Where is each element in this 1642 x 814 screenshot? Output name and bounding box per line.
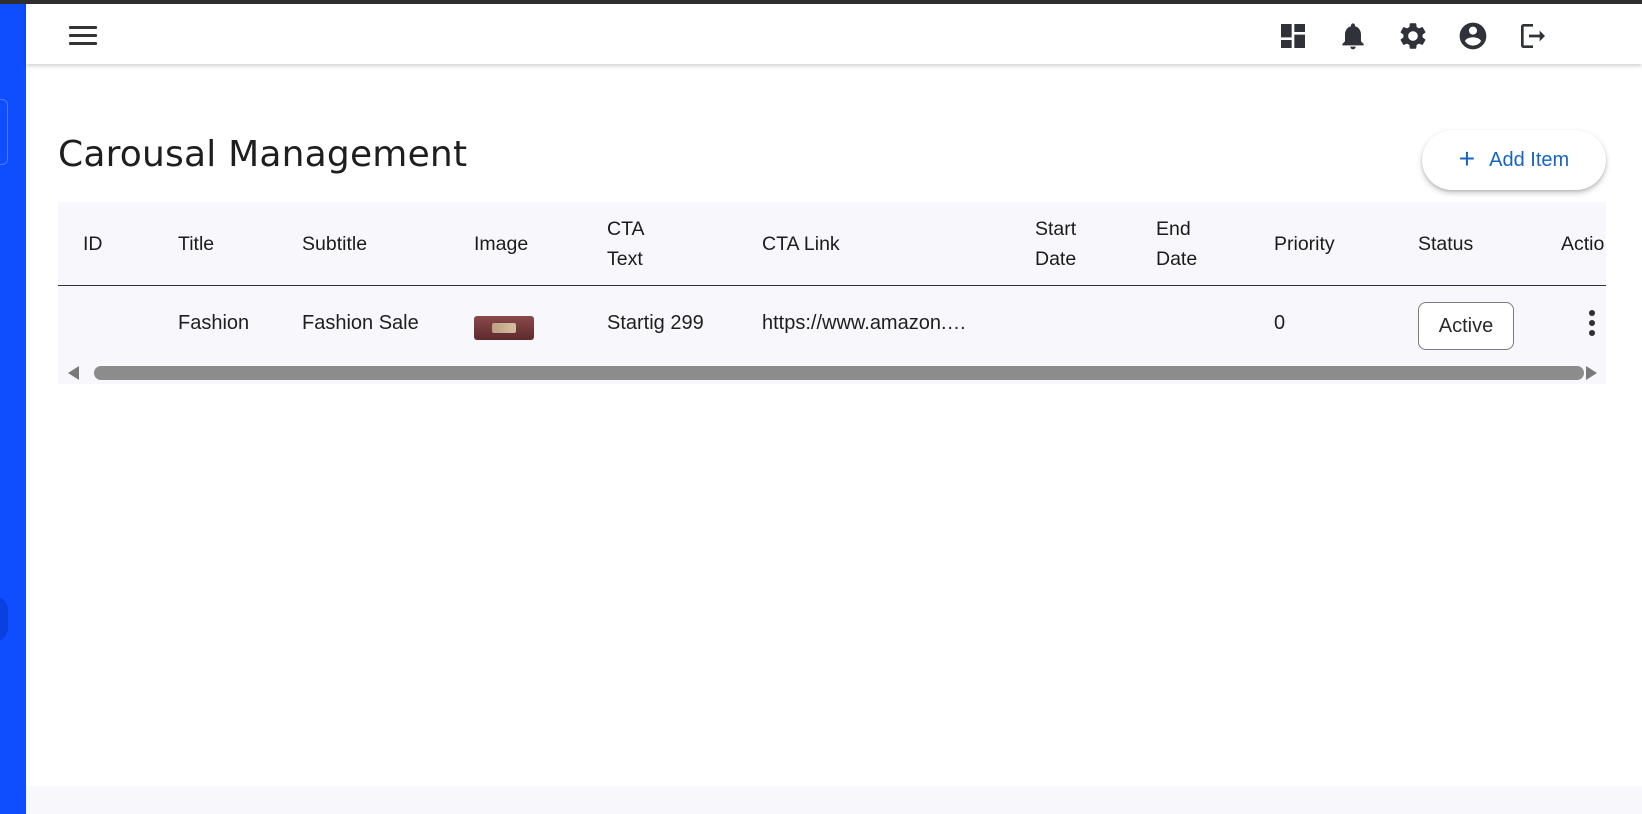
column-header-image[interactable]: Image bbox=[474, 202, 528, 286]
column-header-subtitle[interactable]: Subtitle bbox=[302, 202, 367, 286]
column-header-cta-text[interactable]: CTA Text bbox=[607, 202, 645, 286]
gear-icon[interactable] bbox=[1395, 18, 1431, 54]
column-header-actions[interactable]: Actio bbox=[1561, 202, 1604, 286]
scrollbar-thumb[interactable] bbox=[94, 366, 1584, 380]
cell-cta-link: https://www.amazon.… bbox=[762, 311, 967, 334]
horizontal-scrollbar[interactable] bbox=[58, 360, 1606, 384]
dashboard-icon[interactable] bbox=[1275, 18, 1311, 54]
cell-actions bbox=[1580, 286, 1604, 360]
more-vert-icon[interactable] bbox=[1580, 305, 1604, 341]
menu-icon[interactable] bbox=[66, 18, 100, 52]
column-header-title[interactable]: Title bbox=[178, 202, 214, 286]
carousel-image-thumbnail[interactable] bbox=[474, 316, 534, 340]
column-header-id[interactable]: ID bbox=[83, 202, 103, 286]
plus-icon: + bbox=[1458, 142, 1476, 174]
account-circle-icon[interactable] bbox=[1455, 18, 1491, 54]
scroll-left-arrow-icon[interactable] bbox=[68, 366, 79, 380]
footer-strip bbox=[26, 786, 1642, 814]
sidebar-tab[interactable] bbox=[0, 99, 8, 165]
cell-title: Fashion bbox=[178, 311, 250, 334]
bell-icon[interactable] bbox=[1335, 18, 1371, 54]
app-bar bbox=[26, 4, 1642, 64]
cell-priority: 0 bbox=[1274, 311, 1286, 334]
add-item-button[interactable]: + Add Item bbox=[1422, 130, 1606, 190]
sidebar bbox=[0, 4, 26, 814]
table-header: ID Title Subtitle Image CTA Text CTA Lin… bbox=[58, 202, 1606, 286]
cell-cta-text: Startig 299 bbox=[607, 311, 704, 334]
sidebar-toggle-handle[interactable] bbox=[0, 596, 8, 642]
column-header-priority[interactable]: Priority bbox=[1274, 202, 1335, 286]
page-title: Carousal Management bbox=[58, 134, 468, 175]
carousel-table: ID Title Subtitle Image CTA Text CTA Lin… bbox=[58, 202, 1606, 384]
column-header-cta-link[interactable]: CTA Link bbox=[762, 202, 840, 286]
cell-status: Active bbox=[1418, 286, 1514, 360]
scroll-right-arrow-icon[interactable] bbox=[1586, 366, 1597, 380]
column-header-status[interactable]: Status bbox=[1418, 202, 1473, 286]
column-header-end-date[interactable]: End Date bbox=[1156, 202, 1197, 286]
table-row[interactable]: Fashion Fashion Sale Startig 299 https:/… bbox=[58, 286, 1606, 360]
cell-subtitle: Fashion Sale bbox=[302, 311, 419, 334]
cell-image bbox=[474, 286, 534, 360]
add-item-label: Add Item bbox=[1489, 148, 1570, 171]
logout-icon[interactable] bbox=[1515, 18, 1551, 54]
column-header-start-date[interactable]: Start Date bbox=[1035, 202, 1076, 286]
status-badge[interactable]: Active bbox=[1418, 302, 1514, 350]
